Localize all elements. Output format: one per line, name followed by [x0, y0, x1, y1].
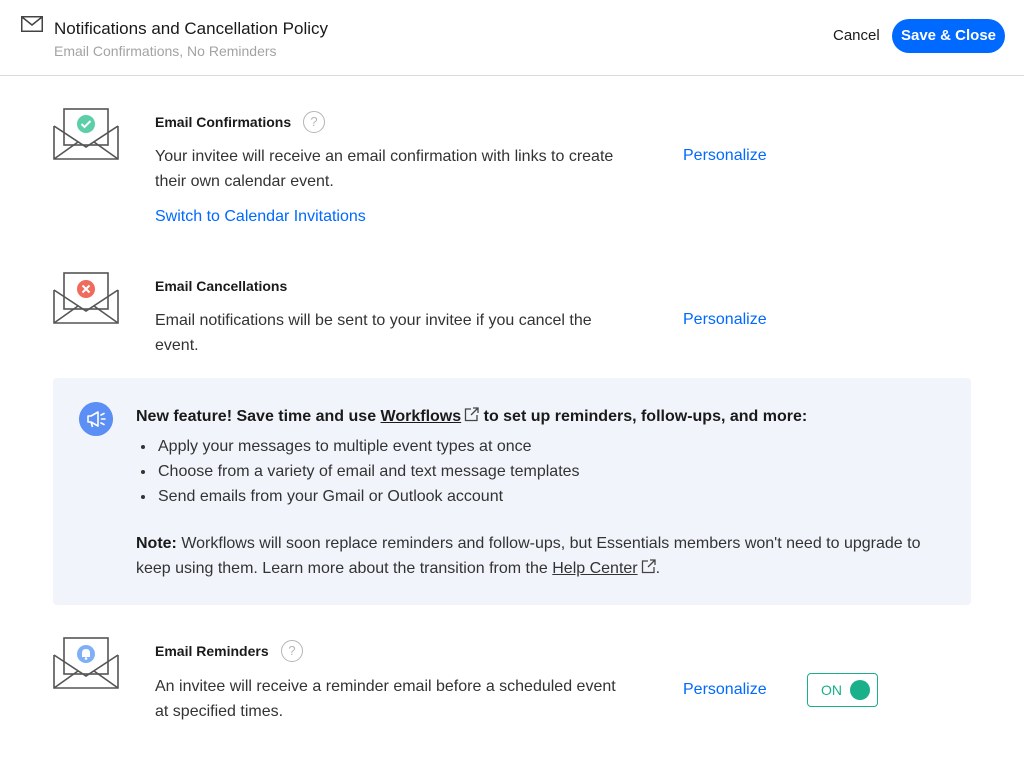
save-close-button[interactable]: Save & Close — [892, 19, 1005, 53]
megaphone-icon — [79, 402, 113, 436]
reminders-desc-line-2: at specified times. — [155, 703, 284, 720]
list-item: Choose from a variety of email and text … — [156, 459, 580, 484]
envelope-bell-icon — [53, 637, 119, 689]
cancel-button[interactable]: Cancel — [833, 27, 880, 44]
confirmations-desc-line-1: Your invitee will receive an email confi… — [155, 148, 614, 165]
external-link-icon[interactable] — [464, 407, 479, 422]
cancellations-description: Email notifications will be sent to your… — [155, 308, 655, 358]
note-text-1: Workflows will soon replace reminders an… — [181, 535, 903, 552]
confirmations-desc-line-2: their own calendar event. — [155, 173, 334, 190]
page-title: Notifications and Cancellation Policy — [54, 19, 329, 38]
switch-to-calendar-invitations-link[interactable]: Switch to Calendar Invitations — [155, 208, 366, 226]
confirmations-personalize-link[interactable]: Personalize — [683, 147, 767, 165]
note-end: . — [655, 560, 661, 577]
cancellations-title: Email Cancellations — [155, 278, 288, 294]
envelope-x-icon — [53, 272, 119, 324]
reminders-help-icon[interactable]: ? — [281, 640, 303, 662]
envelope-check-icon — [53, 108, 119, 160]
external-link-icon[interactable] — [641, 559, 656, 574]
confirmations-help-icon[interactable]: ? — [303, 111, 325, 133]
feature-headline: New feature! Save time and use Workflows… — [136, 407, 807, 426]
toggle-label: ON — [821, 682, 842, 698]
feature-headline-prefix: New feature! Save time and use — [136, 408, 377, 425]
header-bar: Notifications and Cancellation Policy Em… — [0, 0, 1024, 76]
workflows-feature-banner: New feature! Save time and use Workflows… — [53, 378, 971, 605]
cancellations-desc-line-1: Email notifications will be sent to your… — [155, 312, 592, 329]
feature-note: Note: Workflows will soon replace remind… — [136, 531, 946, 581]
list-item: Send emails from your Gmail or Outlook a… — [156, 484, 580, 509]
reminders-personalize-link[interactable]: Personalize — [683, 681, 767, 699]
confirmations-title: Email Confirmations — [155, 114, 292, 130]
workflows-link[interactable]: Workflows — [381, 408, 462, 425]
help-center-link[interactable]: Help Center — [552, 560, 637, 577]
cancellations-personalize-link[interactable]: Personalize — [683, 311, 767, 329]
reminders-toggle[interactable]: ON — [807, 673, 878, 707]
page-subtitle: Email Confirmations, No Reminders — [54, 43, 277, 59]
reminders-description: An invitee will receive a reminder email… — [155, 674, 655, 724]
mail-icon — [21, 16, 43, 32]
toggle-knob — [850, 680, 870, 700]
reminders-desc-line-1: An invitee will receive a reminder email… — [155, 678, 616, 695]
confirmations-description: Your invitee will receive an email confi… — [155, 144, 655, 194]
feature-bullet-list: Apply your messages to multiple event ty… — [156, 434, 580, 509]
note-label: Note: — [136, 535, 177, 552]
list-item: Apply your messages to multiple event ty… — [156, 434, 580, 459]
reminders-title: Email Reminders — [155, 643, 269, 659]
feature-headline-suffix: to set up reminders, follow-ups, and mor… — [483, 408, 808, 425]
cancellations-desc-line-2: event. — [155, 337, 199, 354]
